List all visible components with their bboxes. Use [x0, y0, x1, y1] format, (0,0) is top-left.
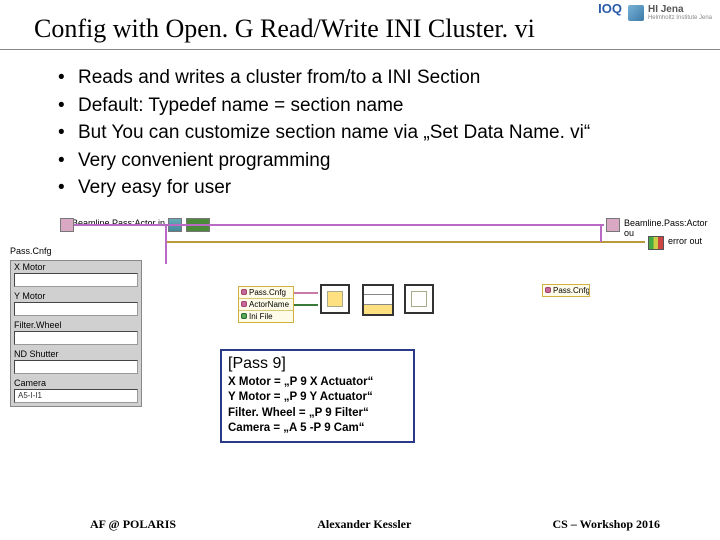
bullet-list: Reads and writes a cluster from/to a INI… [0, 50, 720, 210]
footer-right: CS – Workshop 2016 [553, 517, 660, 532]
subvi-icon [404, 284, 434, 314]
node-row-label: ActorName [249, 300, 289, 309]
wire [165, 241, 645, 243]
field-input[interactable] [14, 273, 138, 287]
subvi-icon [362, 284, 394, 316]
field-label: Y Motor [11, 290, 141, 301]
wire [74, 224, 604, 226]
unbundle-node: Pass.Cnfg ActorName Ini File [238, 286, 294, 323]
field-label: X Motor [11, 261, 141, 272]
field-input[interactable] [14, 302, 138, 316]
footer-center: Alexander Kessler [317, 517, 411, 532]
field-label: Camera [11, 377, 141, 388]
labview-diagram: Beamline.Pass:Actor in Beamline.Pass:Act… [0, 214, 720, 464]
bullet-item: Very easy for user [58, 174, 680, 202]
logo-mark-icon [628, 5, 644, 21]
node-row-label: Pass.Cnfg [553, 286, 589, 295]
footer: AF @ POLARIS Alexander Kessler CS – Work… [0, 517, 720, 532]
logo-hi-sub: Helmholtz Institute Jena [648, 15, 712, 21]
cluster-panel-label: Pass.Cnfg [10, 246, 52, 256]
error-out-label: error out [668, 236, 702, 246]
field-input[interactable]: A5-I-I1 [14, 389, 138, 403]
bundle-node: Pass.Cnfg [542, 284, 590, 297]
logo-ioq: IOQ [598, 1, 622, 16]
in-port-label: Beamline.Pass:Actor in [72, 218, 165, 228]
ini-line: Camera = „A 5 -P 9 Cam“ [228, 421, 407, 437]
ini-line: Filter. Wheel = „P 9 Filter“ [228, 406, 407, 422]
out-port-label: Beamline.Pass:Actor ou [624, 218, 720, 238]
field-input[interactable] [14, 360, 138, 374]
header-logos: IOQ HI Jena Helmholtz Institute Jena [598, 4, 712, 21]
cluster-out-port-icon [606, 218, 620, 232]
field-label: ND Shutter [11, 348, 141, 359]
bullet-item: But You can customize section name via „… [58, 119, 680, 147]
field-input[interactable] [14, 331, 138, 345]
bullet-item: Very convenient programming [58, 147, 680, 175]
footer-left: AF @ POLARIS [90, 517, 176, 532]
error-cluster-icon [648, 236, 664, 250]
logo-hi-text: HI Jena [648, 4, 712, 15]
wire [165, 224, 167, 264]
bullet-item: Reads and writes a cluster from/to a INI… [58, 64, 680, 92]
ini-section: [Pass 9] [228, 355, 407, 373]
ini-example-box: [Pass 9] X Motor = „P 9 X Actuator“ Y Mo… [220, 349, 415, 443]
ini-line: X Motor = „P 9 X Actuator“ [228, 375, 407, 391]
bullet-item: Default: Typedef name = section name [58, 92, 680, 120]
node-row-label: Ini File [249, 312, 273, 321]
cluster-panel: X Motor Y Motor Filter.Wheel ND Shutter … [10, 260, 142, 407]
cluster-in-port-icon [60, 218, 74, 232]
logo-hi-jena: HI Jena Helmholtz Institute Jena [628, 4, 712, 21]
field-label: Filter.Wheel [11, 319, 141, 330]
wire [600, 224, 602, 242]
ini-line: Y Motor = „P 9 Y Actuator“ [228, 390, 407, 406]
subvi-icon [320, 284, 350, 314]
node-row-label: Pass.Cnfg [249, 288, 286, 297]
